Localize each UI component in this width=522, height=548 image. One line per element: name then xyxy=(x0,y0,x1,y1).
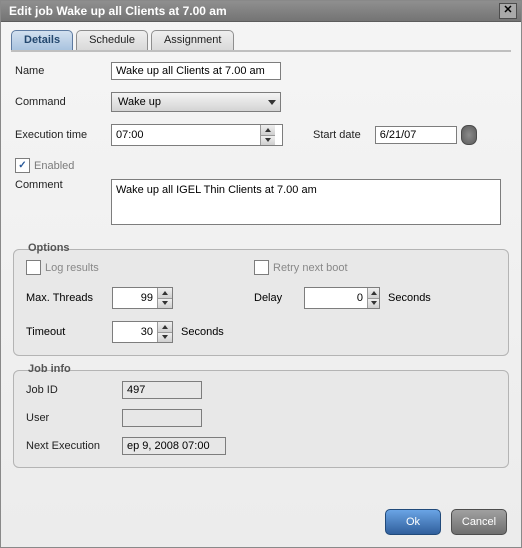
max-threads-field[interactable] xyxy=(112,287,173,309)
chevron-down-icon xyxy=(268,100,276,105)
chevron-down-icon xyxy=(162,301,168,305)
chevron-down-icon xyxy=(371,301,377,305)
job-info-legend: Job info xyxy=(24,363,75,375)
window-title: Edit job Wake up all Clients at 7.00 am xyxy=(9,4,227,18)
comment-label: Comment xyxy=(15,179,103,191)
max-threads-down[interactable] xyxy=(158,299,172,309)
start-date-field[interactable] xyxy=(375,126,457,144)
exec-time-up[interactable] xyxy=(261,125,275,136)
max-threads-input[interactable] xyxy=(113,288,157,308)
command-select[interactable]: Wake up xyxy=(111,92,281,112)
max-threads-up[interactable] xyxy=(158,288,172,299)
enabled-checkbox[interactable] xyxy=(15,158,30,173)
name-label: Name xyxy=(15,65,103,77)
close-icon[interactable]: ✕ xyxy=(499,3,517,19)
delay-label: Delay xyxy=(254,292,296,304)
job-id-field xyxy=(122,381,202,399)
delay-unit: Seconds xyxy=(388,292,431,304)
form-area: Name Command Wake up Execution time Star… xyxy=(1,52,521,241)
enabled-label: Enabled xyxy=(34,160,74,172)
log-results-label: Log results xyxy=(45,262,99,274)
job-id-label: Job ID xyxy=(26,384,114,396)
execution-time-field[interactable] xyxy=(111,124,283,146)
chevron-up-icon xyxy=(371,291,377,295)
retry-next-boot-label: Retry next boot xyxy=(273,262,348,274)
delay-up[interactable] xyxy=(368,288,379,299)
execution-time-label: Execution time xyxy=(15,129,103,141)
job-info-group: Job info Job ID User Next Execution xyxy=(13,370,509,468)
timeout-input[interactable] xyxy=(113,322,157,342)
edit-job-dialog: Edit job Wake up all Clients at 7.00 am … xyxy=(0,0,522,548)
exec-time-down[interactable] xyxy=(261,136,275,146)
delay-input[interactable] xyxy=(305,288,367,308)
calendar-icon[interactable] xyxy=(461,125,477,145)
timeout-unit: Seconds xyxy=(181,326,224,338)
chevron-up-icon xyxy=(162,291,168,295)
timeout-field[interactable] xyxy=(112,321,173,343)
footer: Ok Cancel xyxy=(1,499,521,547)
chevron-up-icon xyxy=(162,325,168,329)
retry-next-boot-checkbox[interactable] xyxy=(254,260,269,275)
next-execution-field xyxy=(122,437,226,455)
titlebar: Edit job Wake up all Clients at 7.00 am … xyxy=(1,1,521,22)
comment-field[interactable]: Wake up all IGEL Thin Clients at 7.00 am xyxy=(111,179,501,225)
next-execution-label: Next Execution xyxy=(26,440,114,452)
start-date-label: Start date xyxy=(313,129,361,141)
options-group: Options Log results Retry next boot Max.… xyxy=(13,249,509,356)
chevron-down-icon xyxy=(265,138,271,142)
ok-button[interactable]: Ok xyxy=(385,509,441,535)
delay-down[interactable] xyxy=(368,299,379,309)
timeout-up[interactable] xyxy=(158,322,172,333)
execution-time-input[interactable] xyxy=(112,125,260,145)
log-results-checkbox[interactable] xyxy=(26,260,41,275)
name-field[interactable] xyxy=(111,62,281,80)
timeout-label: Timeout xyxy=(26,326,104,338)
timeout-down[interactable] xyxy=(158,333,172,343)
user-field xyxy=(122,409,202,427)
options-legend: Options xyxy=(24,242,74,254)
tab-details[interactable]: Details xyxy=(11,30,73,50)
tabs: Details Schedule Assignment xyxy=(1,22,521,50)
max-threads-label: Max. Threads xyxy=(26,292,104,304)
tab-schedule[interactable]: Schedule xyxy=(76,30,148,50)
user-label: User xyxy=(26,412,114,424)
cancel-button[interactable]: Cancel xyxy=(451,509,507,535)
command-label: Command xyxy=(15,96,103,108)
tab-assignment[interactable]: Assignment xyxy=(151,30,234,50)
delay-field[interactable] xyxy=(304,287,380,309)
chevron-down-icon xyxy=(162,335,168,339)
chevron-up-icon xyxy=(265,128,271,132)
command-selected: Wake up xyxy=(118,96,161,108)
